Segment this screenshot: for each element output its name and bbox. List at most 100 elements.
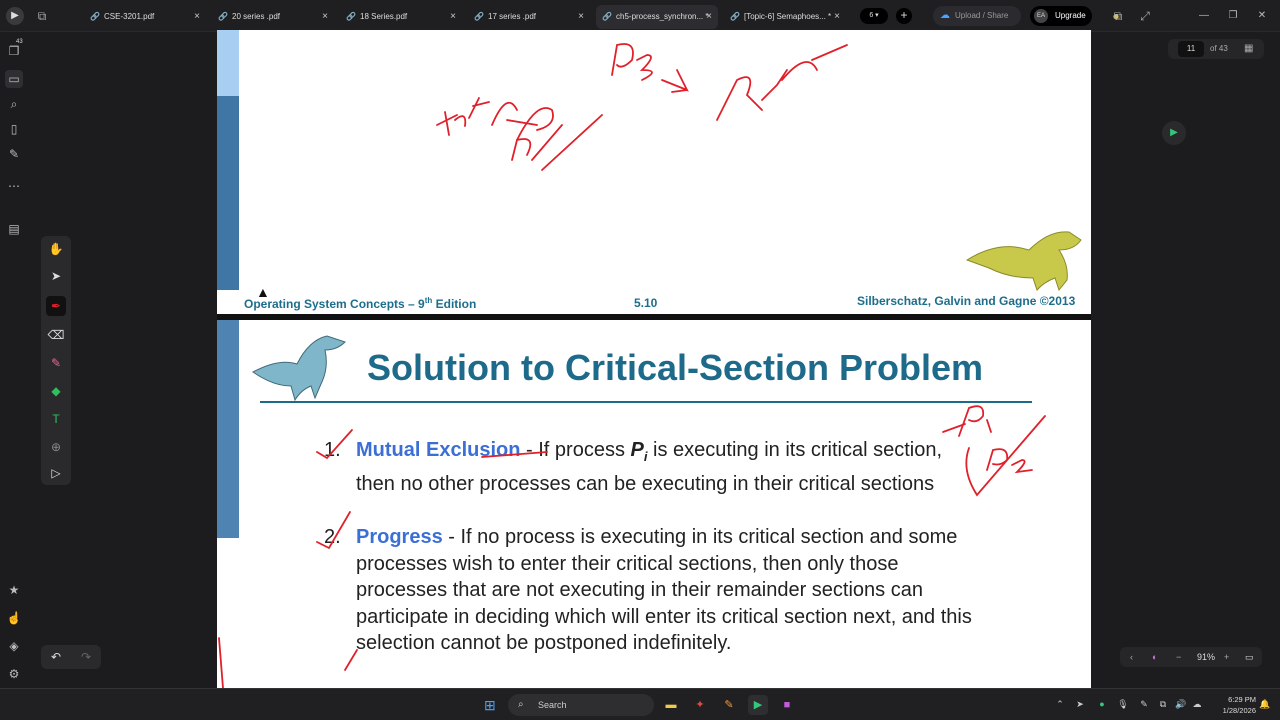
screen-share-icon[interactable]: ⧉ xyxy=(1110,8,1126,24)
onenote-icon[interactable]: ■ xyxy=(777,695,797,715)
list-item: 1. Mutual Exclusion - If process Pi is e… xyxy=(324,437,976,497)
slide-band-dark xyxy=(217,320,239,538)
zoom-out-button[interactable]: − xyxy=(1176,647,1181,667)
pdf-reader-app-icon[interactable]: ▶ xyxy=(748,695,768,715)
upgrade-button[interactable]: EA Upgrade xyxy=(1030,6,1092,26)
cloud-icon: ☁ xyxy=(940,10,950,21)
select-pointer-icon[interactable]: ➤ xyxy=(46,266,66,286)
telegram-icon[interactable]: ➤ xyxy=(1073,697,1087,711)
shapes-icon[interactable]: ◆ xyxy=(46,381,66,401)
close-icon[interactable]: × xyxy=(194,5,200,29)
tray-chevron-icon[interactable]: ⌃ xyxy=(1053,697,1067,711)
upgrade-label: Upgrade xyxy=(1055,11,1086,20)
current-page-input[interactable]: 11 xyxy=(1178,41,1204,57)
upload-share-label: Upload / Share xyxy=(955,11,1009,20)
undo-icon[interactable]: ↶ xyxy=(46,647,66,667)
tab-17-series[interactable]: 🔗 17 series .pdf × xyxy=(468,5,590,29)
close-icon[interactable]: × xyxy=(322,5,328,29)
zoom-level[interactable]: 91% xyxy=(1197,647,1215,667)
highlighter-icon[interactable]: ✎ xyxy=(46,353,66,373)
tab-count-dropdown[interactable]: 6 ▾ xyxy=(860,8,888,24)
reader-icon[interactable]: ▭ xyxy=(5,70,23,88)
pdf-icon: 🔗 xyxy=(730,12,740,21)
pdf-icon: 🔗 xyxy=(474,12,484,21)
tab-cse-3201[interactable]: 🔗 CSE-3201.pdf × xyxy=(84,5,206,29)
redo-icon[interactable]: ↷ xyxy=(76,647,96,667)
app-logo-icon[interactable]: ▶ xyxy=(6,7,24,25)
new-window-icon[interactable]: ⧉ xyxy=(34,8,50,24)
annotate-icon[interactable]: ✎ xyxy=(5,145,23,163)
zoom-controls: ‹ ◐ − 91% + ▭ xyxy=(1120,647,1262,667)
windows-taskbar: ⊞ ⌕ Search ▬ ✦ ✎ ▶ ■ ⌃ ➤ ● 🎙 ✎ ⧉ 🔊 ☁ 6:2… xyxy=(0,688,1280,720)
volume-icon[interactable]: 🔊 xyxy=(1174,697,1188,711)
tray-app-icon[interactable]: ● xyxy=(1095,697,1109,711)
red-pen-icon[interactable]: ✒ xyxy=(46,296,66,316)
tab-label: ch5-process_synchron... * xyxy=(616,12,709,21)
slide-band-dark xyxy=(217,96,239,290)
upload-share-button[interactable]: ☁ Upload / Share xyxy=(933,6,1021,26)
zoom-in-button[interactable]: + xyxy=(1224,647,1229,667)
footer-page-number: 5.10 xyxy=(634,296,658,310)
reading-mode-icon[interactable]: ◐ xyxy=(1152,647,1157,667)
pages-badge: 43 xyxy=(16,39,23,45)
windows-start-icon[interactable]: ⊞ xyxy=(484,697,500,713)
clock[interactable]: 6:29 PM 1/28/2026 xyxy=(1206,694,1256,716)
play-presentation-button[interactable]: ▶ xyxy=(1162,121,1186,145)
more-icon[interactable]: ⋯ xyxy=(5,177,23,195)
add-tool-icon[interactable]: ⊕ xyxy=(46,437,66,457)
expand-icon[interactable]: ⤢ xyxy=(1137,8,1153,24)
settings-icon[interactable]: ⚙ xyxy=(5,665,23,683)
star-icon[interactable]: ★ xyxy=(5,581,23,599)
mouse-cursor-icon: ▲ xyxy=(256,284,270,300)
file-explorer-icon[interactable]: ▬ xyxy=(661,695,681,715)
present-icon[interactable]: ▷ xyxy=(46,463,66,483)
screen-icon[interactable]: ⧉ xyxy=(1156,697,1170,711)
close-window-button[interactable]: ✕ xyxy=(1252,6,1272,26)
list-number: 2. xyxy=(324,526,341,548)
close-icon[interactable]: × xyxy=(706,5,712,29)
page-indicator: 11 of 43 ▦ xyxy=(1168,39,1264,59)
pen-icon[interactable]: ✎ xyxy=(1137,697,1151,711)
search-icon[interactable]: ⌕ xyxy=(5,95,23,113)
taskbar-search-input[interactable]: ⌕ Search xyxy=(508,694,654,716)
pdf-icon: 🔗 xyxy=(218,12,228,21)
search-icon: ⌕ xyxy=(518,699,524,710)
text-tool-icon[interactable]: T xyxy=(46,409,66,429)
close-icon[interactable]: × xyxy=(450,5,456,29)
clock-date: 1/28/2026 xyxy=(1222,706,1256,715)
pdf-icon: 🔗 xyxy=(346,12,356,21)
tab-18-series[interactable]: 🔗 18 Series.pdf × xyxy=(340,5,462,29)
grid-view-icon[interactable]: ▦ xyxy=(1244,41,1253,57)
clipboard-icon[interactable]: ▤ xyxy=(5,220,23,238)
term-progress: Progress xyxy=(356,526,443,548)
microphone-icon[interactable]: 🎙 xyxy=(1116,697,1130,711)
tab-ch5-process[interactable]: 🔗 ch5-process_synchron... * × xyxy=(596,5,718,29)
close-icon[interactable]: × xyxy=(578,5,584,29)
tab-20-series[interactable]: 🔗 20 series .pdf × xyxy=(212,5,334,29)
tab-label: 18 Series.pdf xyxy=(360,12,408,21)
pdf-icon: 🔗 xyxy=(90,12,100,21)
list-item: 2. Progress - If no process is executing… xyxy=(324,524,976,657)
tab-label: CSE-3201.pdf xyxy=(104,12,155,21)
gesture-icon[interactable]: ☝ xyxy=(5,609,23,627)
eraser-icon[interactable]: ⌫ xyxy=(46,325,66,345)
cloud-icon[interactable]: ☁ xyxy=(1190,697,1204,711)
fit-page-icon[interactable]: ▭ xyxy=(1245,647,1254,667)
app-red-icon[interactable]: ✦ xyxy=(690,695,710,715)
hand-tool-icon[interactable]: ✋ xyxy=(46,239,66,259)
minimize-button[interactable]: — xyxy=(1194,6,1214,26)
restore-button[interactable]: ❐ xyxy=(1223,6,1243,26)
close-icon[interactable]: × xyxy=(834,5,840,29)
term-mutual-exclusion: Mutual Exclusion xyxy=(356,439,521,461)
tab-topic-6-semaphoes[interactable]: 🔗 [Topic-6] Semaphoes... * × xyxy=(724,5,846,29)
layers-icon[interactable]: ◈ xyxy=(5,637,23,655)
tab-label: 17 series .pdf xyxy=(488,12,537,21)
footer-authors: Silberschatz, Galvin and Gagne ©2013 xyxy=(857,294,1076,308)
dinosaur-image xyxy=(965,231,1082,292)
add-tab-button[interactable]: + xyxy=(896,8,912,24)
app-orange-icon[interactable]: ✎ xyxy=(719,695,739,715)
bookmark-icon[interactable]: ▯ xyxy=(5,120,23,138)
notification-bell-icon[interactable]: 🔔 xyxy=(1258,697,1272,711)
total-pages-label: of 43 xyxy=(1210,44,1228,53)
collapse-icon[interactable]: ‹ xyxy=(1130,647,1133,667)
